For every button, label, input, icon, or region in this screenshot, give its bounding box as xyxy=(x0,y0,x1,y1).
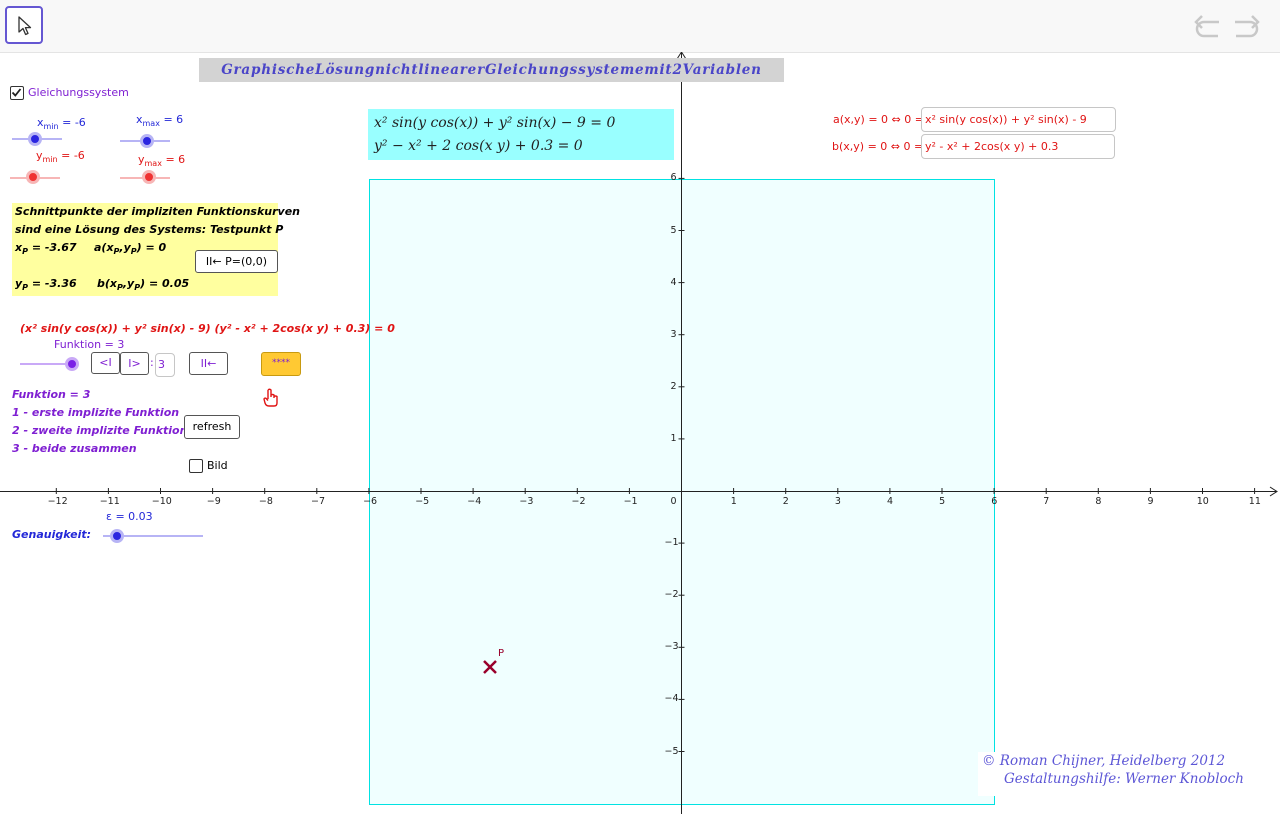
redo-button[interactable] xyxy=(1230,14,1262,40)
a-input-label: a(x,y) = 0 ⇔ 0 =: xyxy=(833,113,928,126)
checkmark-icon xyxy=(11,88,22,97)
ymin-slider-label: ymin = -6 xyxy=(36,149,85,164)
yp-value: yP = -3.36 xyxy=(15,277,77,292)
toolbar xyxy=(0,0,1280,53)
copyright-text: © Roman Chijner, Heidelberg 2012 Gestalt… xyxy=(978,752,1268,796)
equation-1: x² sin(y cos(x)) + y² sin(x) − 9 = 0 xyxy=(374,115,616,131)
y-tick-label: −2 xyxy=(664,589,679,601)
gleichungssystem-label: Gleichungssystem xyxy=(28,86,129,99)
x-tick-label: 8 xyxy=(1095,496,1102,507)
y-tick-label: 2 xyxy=(670,380,677,392)
y-tick-label: −5 xyxy=(664,745,679,757)
funktion-option-3: 3 - beide zusammen xyxy=(12,442,137,455)
undo-icon xyxy=(1194,15,1219,38)
gleichungssystem-checkbox[interactable] xyxy=(10,86,24,100)
funktion-option-1: 1 - erste implizite Funktion xyxy=(12,406,180,419)
funktion-option-2: 2 - zweite implizite Funktion xyxy=(12,424,188,437)
refresh-button[interactable]: refresh xyxy=(184,415,240,439)
xp-value: xP = -3.67 xyxy=(15,241,77,256)
copyright-line2: Gestaltungshilfe: Werner Knobloch xyxy=(1004,771,1244,787)
point-p-marker[interactable] xyxy=(482,659,498,675)
ymax-slider-label: ymax = 6 xyxy=(138,153,186,168)
x-tick-label: −8 xyxy=(258,496,273,507)
x-tick-label: −1 xyxy=(623,496,638,507)
x-tick-label: 2 xyxy=(782,496,789,507)
y-tick-label: 1 xyxy=(670,432,677,444)
equation-2: y² − x² + 2 cos(x y) + 0.3 = 0 xyxy=(374,138,583,154)
pointing-hand-icon[interactable] xyxy=(263,388,279,408)
funktion-input[interactable]: 3 xyxy=(155,353,175,377)
y-tick-label: 6 xyxy=(670,172,677,184)
x-tick-label: −7 xyxy=(311,496,326,507)
x-tick-label: −12 xyxy=(47,496,68,507)
x-tick-label: 4 xyxy=(887,496,894,507)
prev-button[interactable]: <I xyxy=(91,352,120,374)
y-tick-label: −3 xyxy=(664,641,679,653)
x-tick-label: −10 xyxy=(151,496,172,507)
x-tick-label: 10 xyxy=(1196,496,1209,507)
info-line2: sind eine Lösung des Systems: Testpunkt … xyxy=(15,223,284,236)
x-tick-label: −4 xyxy=(467,496,482,507)
colon-separator: : xyxy=(150,356,154,369)
bild-label: Bild xyxy=(207,459,228,472)
ymin-slider-knob[interactable] xyxy=(26,170,40,184)
y-tick-label: 3 xyxy=(670,328,677,340)
epsilon-slider-label: ε = 0.03 xyxy=(106,510,153,523)
x-tick-label: −6 xyxy=(363,496,378,507)
redo-icon xyxy=(1235,15,1260,38)
copyright-line1: © Roman Chijner, Heidelberg 2012 xyxy=(982,753,1226,769)
b-input-label: b(x,y) = 0 ⇔ 0 =: xyxy=(832,140,927,153)
point-p-label: P xyxy=(498,648,505,659)
cursor-arrow-icon xyxy=(18,16,32,36)
xmin-slider-knob[interactable] xyxy=(28,132,42,146)
xmax-slider-knob[interactable] xyxy=(140,134,154,148)
x-tick-label: 0 xyxy=(670,496,677,507)
bild-checkbox[interactable] xyxy=(189,459,203,473)
xmax-slider-label: xmax = 6 xyxy=(136,113,184,128)
info-line1: Schnittpunkte der impliziten Funktionsku… xyxy=(15,205,301,218)
x-tick-label: 11 xyxy=(1248,496,1261,507)
x-tick-label: −3 xyxy=(519,496,534,507)
stars-button[interactable]: **** xyxy=(261,352,301,376)
x-tick-label: 7 xyxy=(1043,496,1050,507)
ymax-slider-knob[interactable] xyxy=(142,170,156,184)
a-at-p-value: a(xP,yP) = 0 xyxy=(94,241,167,256)
x-tick-label: −2 xyxy=(571,496,586,507)
page-title: GraphischeLösungnichtlinearerGleichungss… xyxy=(199,58,784,82)
x-tick-label: 6 xyxy=(991,496,998,507)
y-tick-label: 4 xyxy=(670,276,677,288)
funktion-value-text: Funktion = 3 xyxy=(12,388,91,401)
y-tick-label: −1 xyxy=(664,537,679,549)
x-tick-label: −9 xyxy=(206,496,221,507)
undo-button[interactable] xyxy=(1192,14,1224,40)
next-button[interactable]: I> xyxy=(120,352,149,375)
funktion-slider-label: Funktion = 3 xyxy=(54,338,125,351)
product-expression: (x² sin(y cos(x)) + y² sin(x) - 9) (y² -… xyxy=(20,322,395,335)
b-function-input[interactable]: y² - x² + 2cos(x y) + 0.3 xyxy=(921,134,1115,159)
x-tick-label: −11 xyxy=(99,496,120,507)
a-function-input[interactable]: x² sin(y cos(x)) + y² sin(x) - 9 xyxy=(921,107,1116,132)
x-tick-label: 5 xyxy=(939,496,946,507)
x-tick-label: −5 xyxy=(415,496,430,507)
y-tick-label: −4 xyxy=(664,693,679,705)
genauigkeit-label: Genauigkeit: xyxy=(12,528,92,541)
epsilon-slider-knob[interactable] xyxy=(110,529,124,543)
reset-p-button[interactable]: II← P=(0,0) xyxy=(195,250,278,273)
equation-system-box: x² sin(y cos(x)) + y² sin(x) − 9 = 0 y² … xyxy=(368,109,674,160)
xmin-slider-label: xmin = -6 xyxy=(37,116,86,131)
move-tool-button[interactable] xyxy=(5,6,43,44)
funktion-slider-knob[interactable] xyxy=(65,357,79,371)
reset-funktion-button[interactable]: II← xyxy=(189,352,228,375)
x-tick-label: 1 xyxy=(730,496,737,507)
x-tick-label: 9 xyxy=(1147,496,1154,507)
b-at-p-value: b(xP,yP) = 0.05 xyxy=(97,277,190,292)
x-tick-label: 3 xyxy=(834,496,841,507)
y-tick-label: 5 xyxy=(670,224,677,236)
